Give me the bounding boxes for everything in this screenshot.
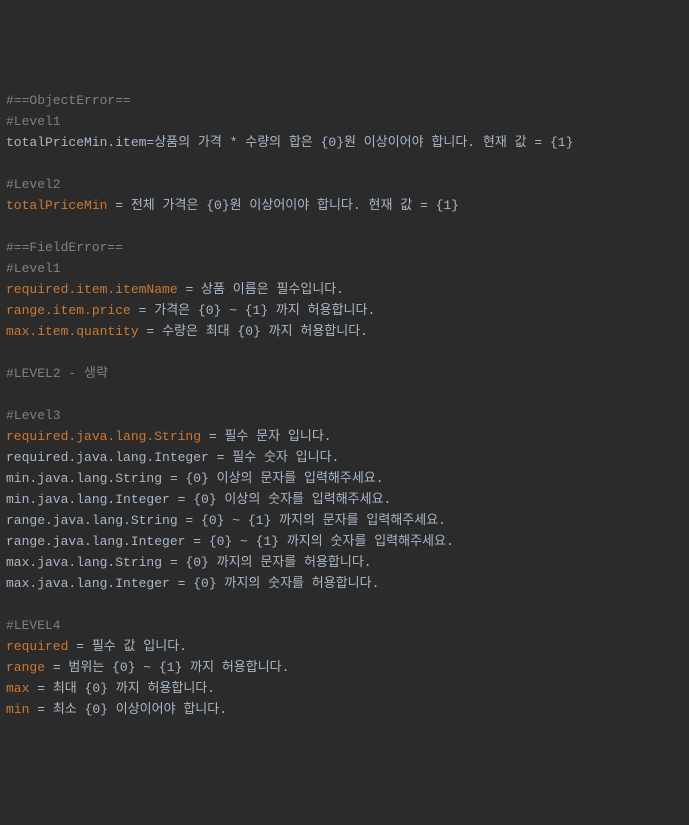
code-line: min.java.lang.Integer = {0} 이상의 숫자를 입력해주… — [6, 489, 683, 510]
property-key: required.item.itemName — [6, 282, 178, 297]
properties-source-code: #==ObjectError== #Level1 totalPriceMin.ite… — [6, 90, 683, 720]
code-line: min.java.lang.String = {0} 이상의 문자를 입력해주세… — [6, 468, 683, 489]
plain-text: min.java.lang.String = {0} 이상의 문자를 입력해주세… — [6, 471, 384, 486]
code-line — [6, 594, 683, 615]
comment-text: #LEVEL4 — [6, 618, 61, 633]
plain-text: required.java.lang.Integer = 필수 숫자 입니다. — [6, 450, 339, 465]
property-key: required.java.lang.String — [6, 429, 201, 444]
plain-text: min.java.lang.Integer = {0} 이상의 숫자를 입력해주… — [6, 492, 391, 507]
property-key: min — [6, 702, 29, 717]
property-separator: = — [29, 681, 52, 696]
property-separator: = — [29, 702, 52, 717]
code-line: required = 필수 값 입니다. — [6, 636, 683, 657]
code-line: totalPriceMin.item=상품의 가격 * 수량의 합은 {0}원 … — [6, 132, 683, 153]
comment-text: #Level2 — [6, 177, 61, 192]
code-line — [6, 216, 683, 237]
code-line: max.java.lang.String = {0} 까지의 문자를 허용합니다… — [6, 552, 683, 573]
property-key: max — [6, 681, 29, 696]
comment-text: #Level1 — [6, 114, 61, 129]
code-line: range.item.price = 가격은 {0} ~ {1} 까지 허용합니… — [6, 300, 683, 321]
code-line — [6, 342, 683, 363]
property-value: 전체 가격은 {0}원 이상어이야 합니다. 현재 값 = {1} — [131, 198, 459, 213]
code-line: range = 범위는 {0} ~ {1} 까지 허용합니다. — [6, 657, 683, 678]
plain-text: max.java.lang.String = {0} 까지의 문자를 허용합니다… — [6, 555, 372, 570]
property-separator: = — [107, 198, 130, 213]
plain-text: max.java.lang.Integer = {0} 까지의 숫자를 허용합니… — [6, 576, 379, 591]
property-separator: = — [45, 660, 68, 675]
comment-text: #==FieldError== — [6, 240, 123, 255]
property-value: 최소 {0} 이상이어야 합니다. — [53, 702, 227, 717]
property-key: required — [6, 639, 68, 654]
code-line: max = 최대 {0} 까지 허용합니다. — [6, 678, 683, 699]
property-key: range — [6, 660, 45, 675]
code-line: min = 최소 {0} 이상이어야 합니다. — [6, 699, 683, 720]
code-line: #Level3 — [6, 405, 683, 426]
code-line: #==ObjectError== — [6, 90, 683, 111]
code-line: #LEVEL4 — [6, 615, 683, 636]
code-line: #Level2 — [6, 174, 683, 195]
property-separator: = — [131, 303, 154, 318]
code-line: max.item.quantity = 수량은 최대 {0} 까지 허용합니다. — [6, 321, 683, 342]
comment-text: #Level3 — [6, 408, 61, 423]
code-line: #LEVEL2 - 생략 — [6, 363, 683, 384]
code-line: max.java.lang.Integer = {0} 까지의 숫자를 허용합니… — [6, 573, 683, 594]
code-line: range.java.lang.String = {0} ~ {1} 까지의 문… — [6, 510, 683, 531]
plain-text: range.java.lang.Integer = {0} ~ {1} 까지의 … — [6, 534, 454, 549]
property-key: max.item.quantity — [6, 324, 139, 339]
property-separator: = — [68, 639, 91, 654]
property-value: 필수 값 입니다. — [92, 639, 187, 654]
property-value: 범위는 {0} ~ {1} 까지 허용합니다. — [68, 660, 289, 675]
code-line — [6, 153, 683, 174]
property-value: 상품 이름은 필수입니다. — [201, 282, 344, 297]
plain-text: totalPriceMin.item=상품의 가격 * 수량의 합은 {0}원 … — [6, 135, 573, 150]
property-separator: = — [178, 282, 201, 297]
code-line — [6, 384, 683, 405]
comment-text: #LEVEL2 - 생략 — [6, 366, 108, 381]
comment-text: #Level1 — [6, 261, 61, 276]
property-separator: = — [201, 429, 224, 444]
property-value: 가격은 {0} ~ {1} 까지 허용합니다. — [154, 303, 375, 318]
property-value: 수량은 최대 {0} 까지 허용합니다. — [162, 324, 368, 339]
code-line: required.java.lang.Integer = 필수 숫자 입니다. — [6, 447, 683, 468]
property-value: 최대 {0} 까지 허용합니다. — [53, 681, 215, 696]
property-key: totalPriceMin — [6, 198, 107, 213]
property-key: range.item.price — [6, 303, 131, 318]
code-line: #Level1 — [6, 111, 683, 132]
comment-text: #==ObjectError== — [6, 93, 131, 108]
code-line: #==FieldError== — [6, 237, 683, 258]
code-line: range.java.lang.Integer = {0} ~ {1} 까지의 … — [6, 531, 683, 552]
code-line: #Level1 — [6, 258, 683, 279]
property-separator: = — [139, 324, 162, 339]
code-line: totalPriceMin = 전체 가격은 {0}원 이상어이야 합니다. 현… — [6, 195, 683, 216]
code-line: required.item.itemName = 상품 이름은 필수입니다. — [6, 279, 683, 300]
plain-text: range.java.lang.String = {0} ~ {1} 까지의 문… — [6, 513, 446, 528]
code-line: required.java.lang.String = 필수 문자 입니다. — [6, 426, 683, 447]
property-value: 필수 문자 입니다. — [224, 429, 331, 444]
